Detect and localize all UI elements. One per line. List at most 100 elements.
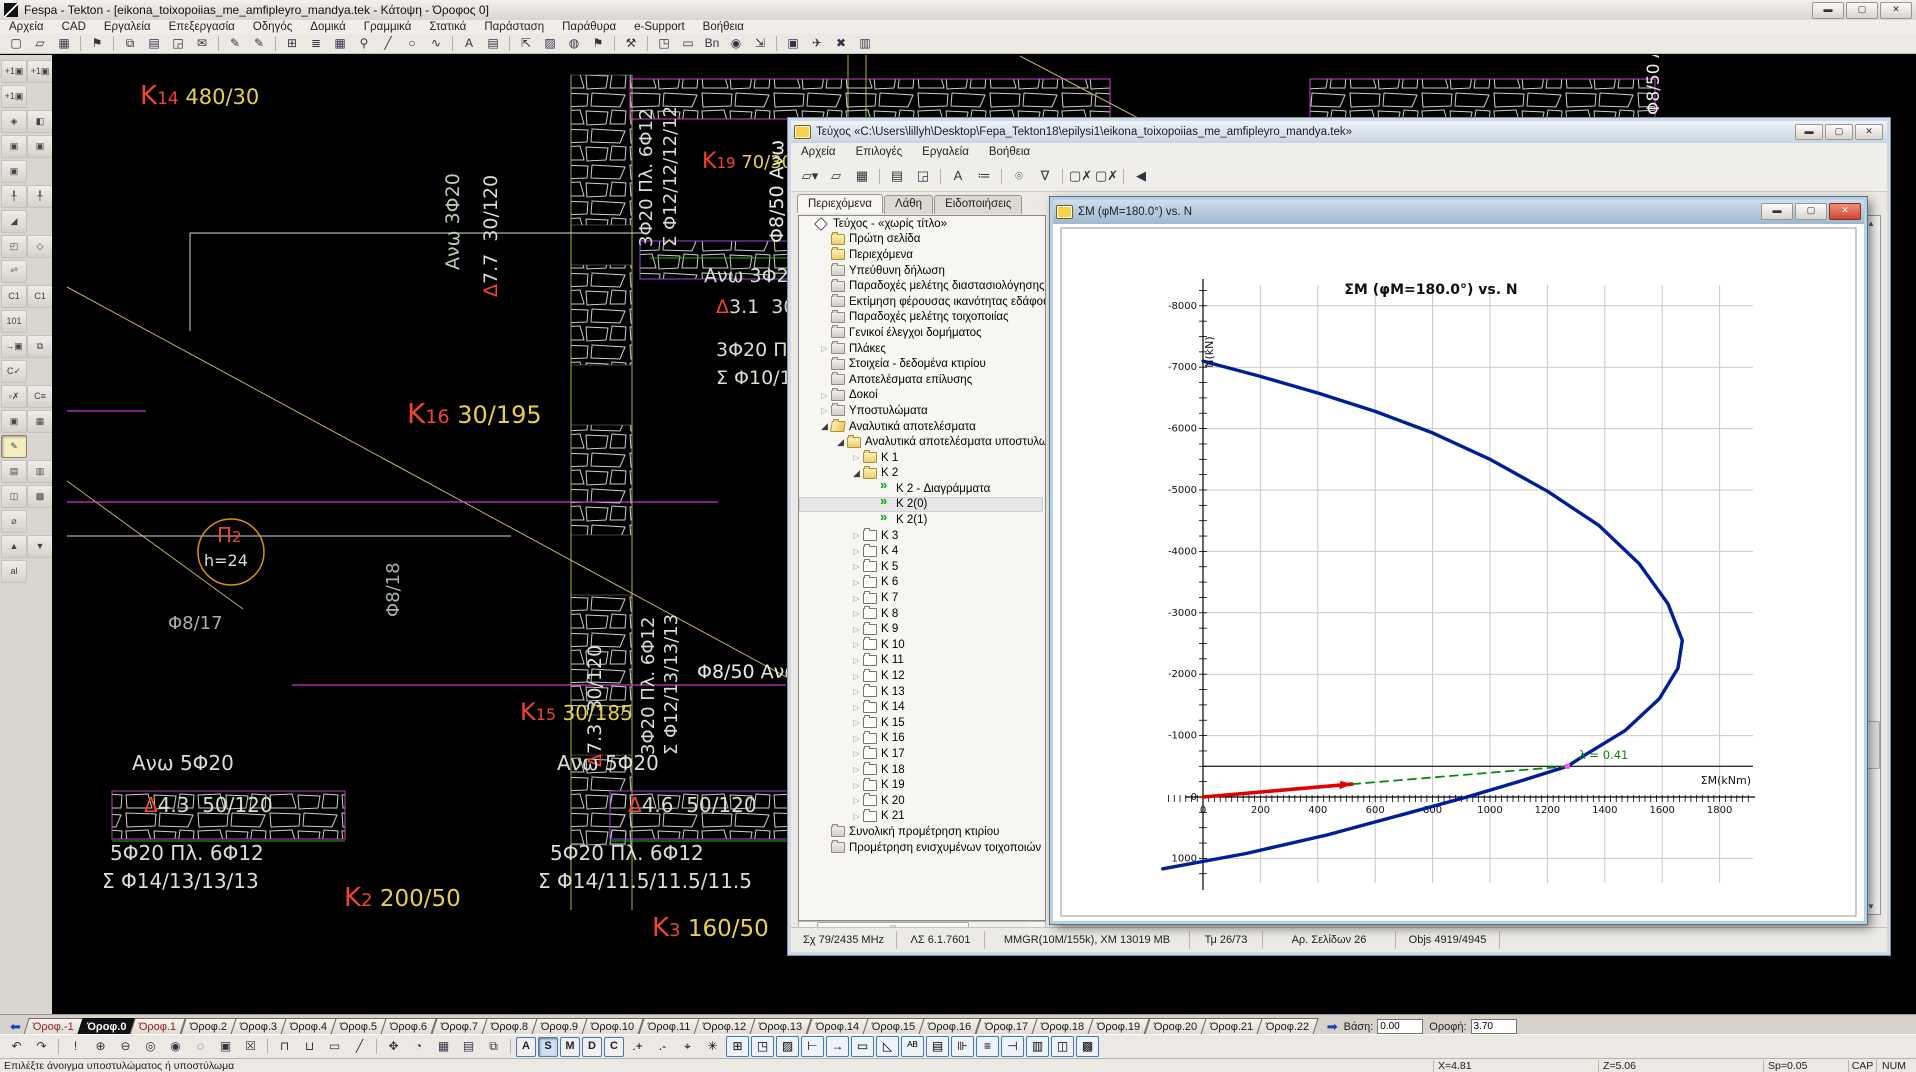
main-toolbar-icon-2[interactable]: ▦ xyxy=(53,34,75,53)
expand-collapsed-icon[interactable]: ▷ xyxy=(851,812,862,821)
expand-collapsed-icon[interactable]: ▷ xyxy=(851,640,862,649)
teyxos-toolbar-icon-4[interactable]: ▤ xyxy=(885,165,909,187)
tree-item-K 3[interactable]: ▷K 3 xyxy=(799,528,1045,544)
storey-tab-Όροφ.0[interactable]: Όροφ.0 xyxy=(77,1018,136,1035)
tree-item-K 2(0)[interactable]: K 2(0) xyxy=(799,497,1045,513)
storey-tab-Όροφ.12[interactable]: Όροφ.12 xyxy=(693,1018,756,1035)
expand-collapsed-icon[interactable]: ▷ xyxy=(851,672,862,681)
tree-item-Υπεύθυνη δήλωση[interactable]: Υπεύθυνη δήλωση xyxy=(799,263,1045,279)
storey-tab-Όροφ.4[interactable]: Όροφ.4 xyxy=(280,1018,337,1035)
base-input[interactable] xyxy=(1377,1019,1423,1034)
storey-tab-Όροφ.15[interactable]: Όροφ.15 xyxy=(862,1018,925,1035)
storey-tab-Όροφ.3[interactable]: Όροφ.3 xyxy=(230,1018,287,1035)
bottom-blue-icon-5[interactable]: ▭ xyxy=(851,1036,874,1057)
main-toolbar-icon-28[interactable]: ⚑ xyxy=(587,34,609,53)
left-tool-38[interactable]: ▲ xyxy=(1,535,27,558)
storey-tab-Όροφ.2[interactable]: Όροφ.2 xyxy=(180,1018,237,1035)
tree-item-Συνολική προμέτρηση κτιρίου[interactable]: Συνολική προμέτρηση κτιρίου xyxy=(799,824,1045,840)
bottom-blue-icon-1[interactable]: ◳ xyxy=(751,1036,774,1057)
main-toolbar-icon-30[interactable]: ⚒ xyxy=(620,34,642,53)
storey-tab-Όροφ.16[interactable]: Όροφ.16 xyxy=(919,1018,982,1035)
mode-button-M[interactable]: M xyxy=(560,1037,580,1057)
tree-item-K 13[interactable]: ▷K 13 xyxy=(799,684,1045,700)
teyxos-toolbar-icon-11[interactable]: ∇ xyxy=(1033,165,1057,187)
tree-item-K 6[interactable]: ▷K 6 xyxy=(799,575,1045,591)
main-toolbar-icon-36[interactable]: ⇲ xyxy=(749,34,771,53)
storey-tab-Όροφ.18[interactable]: Όροφ.18 xyxy=(1031,1018,1094,1035)
bottom-mid-icon-3[interactable]: ✳ xyxy=(701,1036,724,1057)
left-tool-35[interactable]: ▩ xyxy=(27,485,53,508)
storey-tab-Όροφ.13[interactable]: Όροφ.13 xyxy=(750,1018,813,1035)
left-tool-6[interactable]: ▣ xyxy=(1,135,27,158)
main-toolbar-icon-19[interactable]: ○ xyxy=(401,34,423,53)
left-tool-32[interactable]: ▤ xyxy=(1,460,27,483)
tree-item-Προμέτρηση ενισχυμένων τοιχοποιών[interactable]: Προμέτρηση ενισχυμένων τοιχοποιών xyxy=(799,840,1045,856)
main-toolbar-icon-6[interactable]: ⧉ xyxy=(119,34,141,53)
bottom-toolbar-icon-14[interactable]: ▭ xyxy=(323,1036,346,1057)
tab-Λάθη[interactable]: Λάθη xyxy=(884,195,933,214)
expand-collapsed-icon[interactable]: ▷ xyxy=(851,718,862,727)
expand-collapsed-icon[interactable]: ▷ xyxy=(851,765,862,774)
bottom-mid-icon-1[interactable]: .- xyxy=(651,1036,674,1057)
tree-item-K 19[interactable]: ▷K 19 xyxy=(799,777,1045,793)
storey-tab-Όροφ.11[interactable]: Όροφ.11 xyxy=(638,1018,700,1035)
storey-tab-Όροφ.1[interactable]: Όροφ.1 xyxy=(130,1018,187,1035)
main-toolbar-icon-15[interactable]: ≣ xyxy=(305,34,327,53)
left-tool-11[interactable]: ╀ xyxy=(27,185,53,208)
left-tool-29[interactable]: ▦ xyxy=(27,410,53,433)
roof-input[interactable] xyxy=(1471,1019,1517,1034)
main-toolbar-icon-27[interactable]: ◍ xyxy=(563,34,585,53)
storey-tab-Όροφ.19[interactable]: Όροφ.19 xyxy=(1088,1018,1151,1035)
bottom-mid-icon-2[interactable]: ⌖ xyxy=(676,1036,699,1057)
bottom-blue-icon-2[interactable]: ▨ xyxy=(776,1036,799,1057)
main-toolbar-icon-18[interactable]: ╱ xyxy=(377,34,399,53)
tree-item-K 18[interactable]: ▷K 18 xyxy=(799,762,1045,778)
tree-item-Αναλυτικά αποτελέσματα[interactable]: ◢Αναλυτικά αποτελέσματα xyxy=(799,419,1045,435)
teyxos-toolbar-icon-16[interactable]: ◀ xyxy=(1129,165,1153,187)
left-tool-15[interactable]: ◇ xyxy=(27,235,53,258)
teyxos-toolbar-icon-10[interactable]: ⌾ xyxy=(1007,165,1031,187)
left-tool-12[interactable]: ◢ xyxy=(1,210,27,233)
chart-close-button[interactable]: ✕ xyxy=(1829,203,1861,220)
expand-collapsed-icon[interactable]: ▷ xyxy=(851,531,862,540)
expand-collapsed-icon[interactable]: ▷ xyxy=(851,594,862,603)
bottom-blue-icon-11[interactable]: ⊣ xyxy=(1001,1036,1024,1057)
storey-tab-Όροφ.9[interactable]: Όροφ.9 xyxy=(531,1018,588,1035)
bottom-blue-icon-13[interactable]: ◫ xyxy=(1051,1036,1074,1057)
storey-tab-Όροφ.20[interactable]: Όροφ.20 xyxy=(1144,1018,1207,1035)
expand-expanded-icon[interactable]: ◢ xyxy=(835,437,846,448)
tree-item-Αναλυτικά αποτελέσματα υποστυλωμάτων[interactable]: ◢Αναλυτικά αποτελέσματα υποστυλωμάτων xyxy=(799,434,1045,450)
left-tool-33[interactable]: ▥ xyxy=(27,460,53,483)
tree-item-Παραδοχές μελέτης διαστασιολόγησης[interactable]: Παραδοχές μελέτης διαστασιολόγησης xyxy=(799,278,1045,294)
expand-collapsed-icon[interactable]: ▷ xyxy=(851,749,862,758)
tree-item-Πλάκες[interactable]: ▷Πλάκες xyxy=(799,341,1045,357)
tree-item-K 1[interactable]: ▷K 1 xyxy=(799,450,1045,466)
tree-item-Γενικοί έλεγχοι δομήματος[interactable]: Γενικοί έλεγχοι δομήματος xyxy=(799,325,1045,341)
main-toolbar-icon-16[interactable]: ▦ xyxy=(329,34,351,53)
main-toolbar-icon-17[interactable]: ⚲ xyxy=(353,34,375,53)
main-toolbar-icon-26[interactable]: ▨ xyxy=(539,34,561,53)
close-button[interactable]: ✕ xyxy=(1880,2,1912,19)
bottom-toolbar-icon-18[interactable]: ◔ xyxy=(407,1036,430,1057)
bottom-blue-icon-10[interactable]: ≡ xyxy=(976,1036,999,1057)
storey-tab-Όροφ.5[interactable]: Όροφ.5 xyxy=(330,1018,387,1035)
left-tool-20[interactable]: 101 xyxy=(1,310,27,333)
expand-collapsed-icon[interactable]: ▷ xyxy=(819,391,830,400)
bottom-toolbar-icon-15[interactable]: ╱ xyxy=(348,1036,371,1057)
chart-maximize-button[interactable]: ▢ xyxy=(1795,203,1827,220)
menu-item-Οδηγός[interactable]: Οδηγός xyxy=(244,20,301,34)
expand-collapsed-icon[interactable]: ▷ xyxy=(851,562,862,571)
expand-expanded-icon[interactable]: ◢ xyxy=(851,468,862,479)
main-toolbar-icon-33[interactable]: ▭ xyxy=(677,34,699,53)
tree-item-K 2 - Διαγράμματα[interactable]: K 2 - Διαγράμματα xyxy=(799,481,1045,497)
teyxos-toolbar-icon-14[interactable]: ▢✗ xyxy=(1094,165,1118,187)
storey-scroll-right-icon[interactable]: ➡ xyxy=(1327,1020,1338,1034)
left-tool-8[interactable]: ▣ xyxy=(1,160,27,183)
bottom-blue-icon-9[interactable]: ⊪ xyxy=(951,1036,974,1057)
bottom-toolbar-icon-8[interactable]: ◌ xyxy=(189,1036,212,1057)
left-tool-2[interactable]: +1▣ xyxy=(1,85,27,108)
tab-Περιεχόμενα[interactable]: Περιεχόμενα xyxy=(797,194,883,213)
main-toolbar-icon-23[interactable]: ▤ xyxy=(482,34,504,53)
bottom-blue-icon-8[interactable]: ▤ xyxy=(926,1036,949,1057)
tab-Ειδοποιήσεις[interactable]: Ειδοποιήσεις xyxy=(934,195,1022,214)
